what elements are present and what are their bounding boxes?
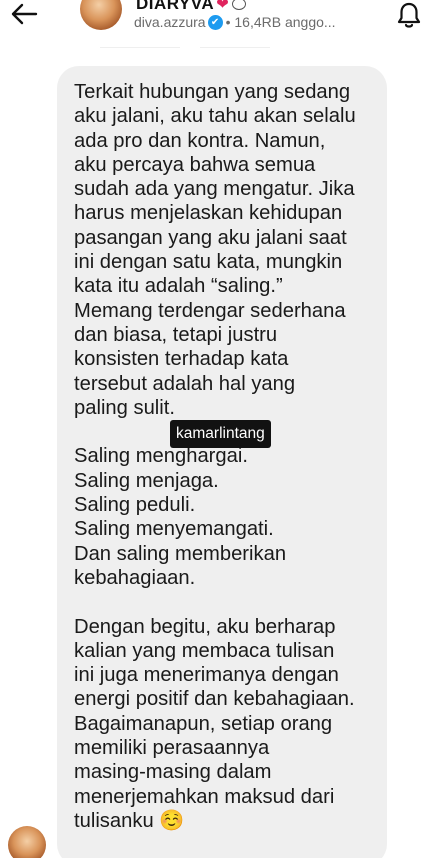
username-text: diva.azzura [134, 14, 206, 30]
channel-name-text: DIARYVA [136, 0, 215, 13]
speech-bubble-icon [232, 0, 247, 10]
verified-icon: ✔ [207, 14, 223, 30]
message-line: Bagaimanapun, setiap orang [74, 712, 333, 735]
message-line: paling sulit. [74, 396, 175, 419]
back-button[interactable] [6, 0, 42, 28]
message-line: menerjemahkan maksud dari [74, 785, 335, 808]
message-line: kebahagiaan. [74, 566, 196, 589]
bell-icon [397, 2, 421, 28]
message-paragraph-3: Dengan begitu, aku berharap kalian yang m… [74, 615, 373, 834]
message-line: masing-masing dalam [74, 761, 272, 784]
message-line: ada pro dan kontra. Namun, [74, 129, 326, 152]
heart-icon: ❤ [216, 0, 230, 13]
message-line: aku percaya bahwa semua [74, 153, 316, 176]
message-line: Dengan begitu, aku berharap [74, 615, 336, 638]
message-paragraph-2: Saling menghargai. Saling menjaga. Saling … [74, 444, 373, 590]
message-line: memiliki perasaannya [74, 737, 270, 760]
channel-title[interactable]: DIARYVA ❤ [136, 0, 247, 14]
message-line: Saling menghargai. [74, 445, 248, 468]
message-bubble: Terkait hubungan yang sedang aku jalani, … [57, 66, 387, 858]
message-line: pasangan yang aku jalani saat [74, 226, 347, 249]
message-line: ini juga menerimanya dengan [74, 664, 339, 687]
sender-avatar[interactable] [8, 826, 46, 858]
message-line: kata itu adalah “saling.” [74, 275, 283, 298]
message-line: harus menjelaskan kehidupan [74, 202, 343, 225]
message-line: Saling menyemangati. [74, 518, 274, 541]
watermark-label: kamarlintang [170, 420, 271, 448]
message-line: kalian yang membaca tulisan [74, 639, 335, 662]
message-line: tersebut adalah hal yang [74, 372, 296, 395]
notification-bell-button[interactable] [394, 0, 424, 30]
message-line: sudah ada yang mengatur. Jika [74, 178, 355, 201]
message-line: tulisanku ☺️ [74, 809, 185, 832]
message-line: dan biasa, tetapi justru [74, 323, 278, 346]
channel-avatar[interactable] [80, 0, 122, 30]
message-paragraph-1: Terkait hubungan yang sedang aku jalani, … [74, 80, 373, 420]
arrow-left-icon [11, 3, 38, 25]
divider [200, 47, 270, 48]
message-line: Memang terdengar sederhana [74, 299, 346, 322]
divider [100, 47, 180, 48]
member-count: • 16,4RB anggo... [225, 14, 336, 30]
message-line: konsisten terhadap kata [74, 348, 289, 371]
message-line: Terkait hubungan yang sedang [74, 81, 351, 103]
message-line: aku jalani, aku tahu akan selalu [74, 105, 356, 128]
channel-subtitle: diva.azzura ✔ • 16,4RB anggo... [134, 14, 336, 30]
channel-header: DIARYVA ❤ diva.azzura ✔ • 16,4RB anggo... [0, 0, 433, 44]
message-line: Saling menjaga. [74, 469, 219, 492]
message-line: ini dengan satu kata, mungkin [74, 251, 343, 274]
message-line: energi positif dan kebahagiaan. [74, 688, 355, 711]
message-line: Saling peduli. [74, 494, 196, 517]
message-line: Dan saling memberikan [74, 542, 287, 565]
